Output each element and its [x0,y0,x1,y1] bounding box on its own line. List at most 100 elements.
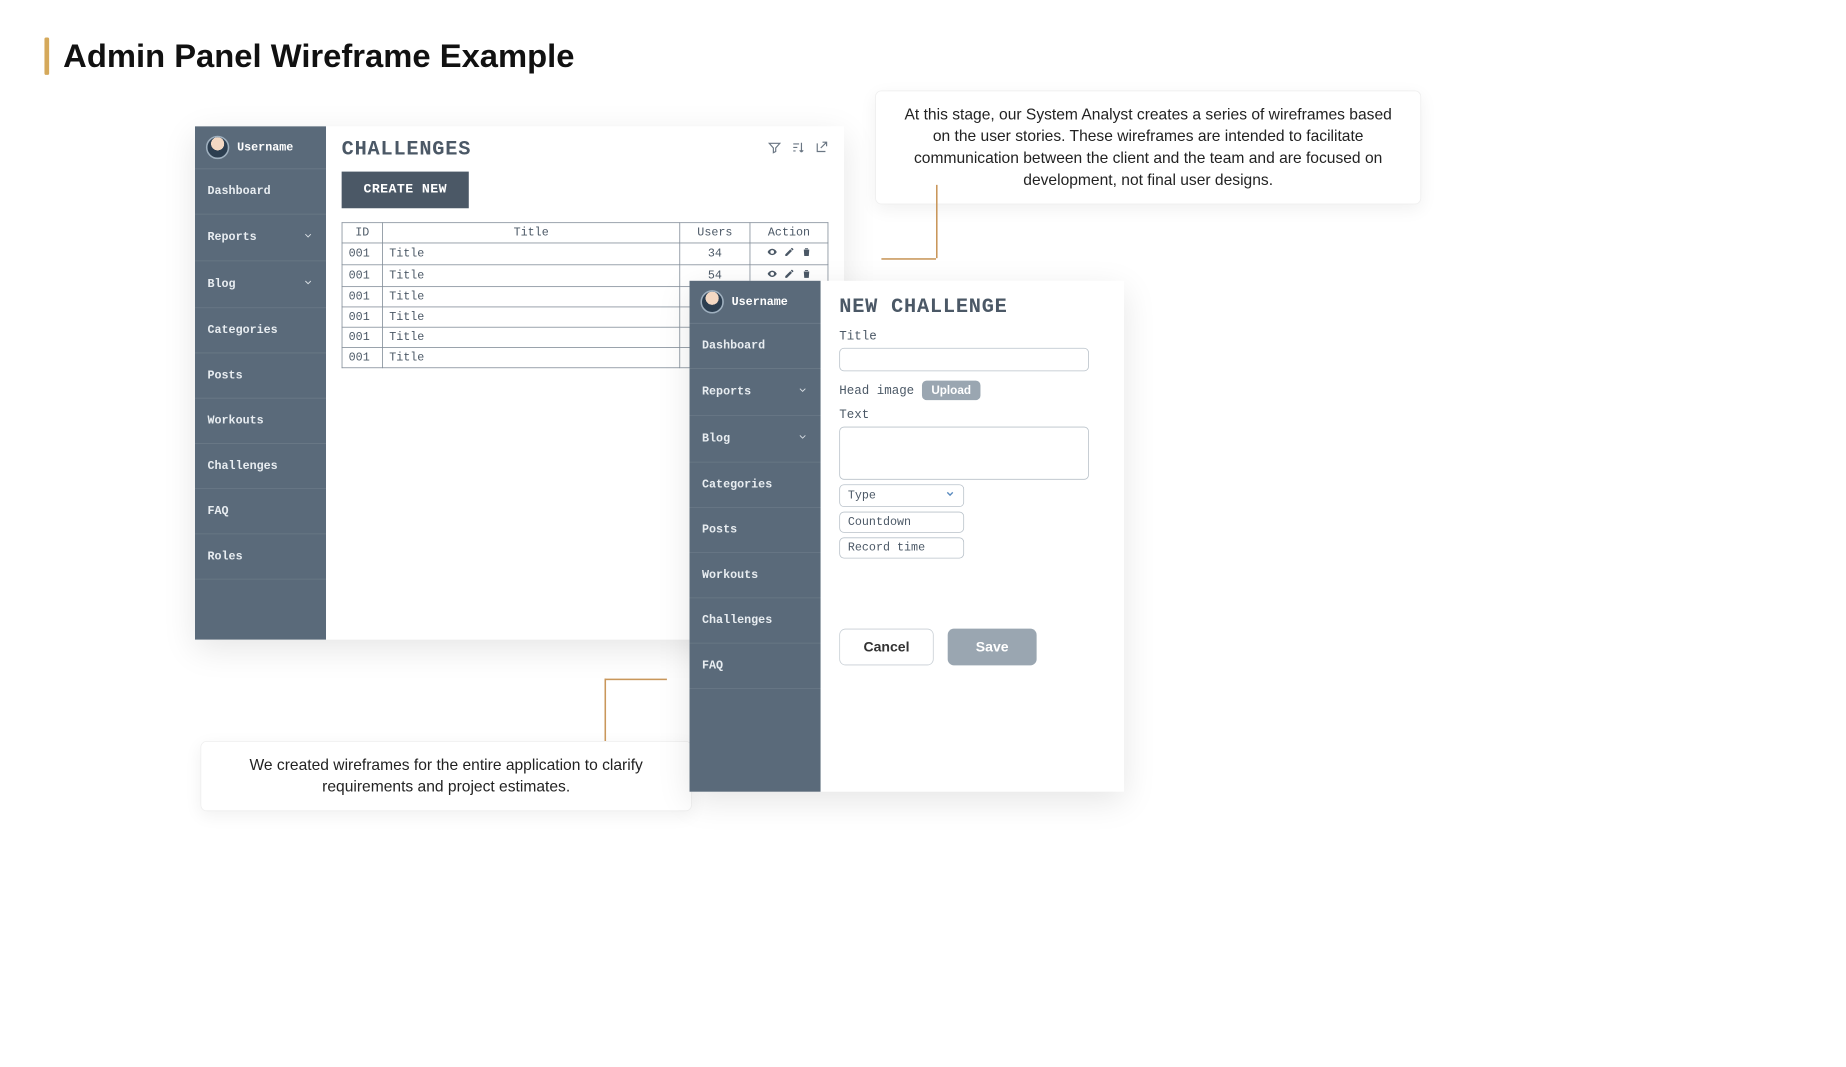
heading-text: Admin Panel Wireframe Example [63,37,574,74]
header-toolbar [768,140,829,158]
sidebar-item-label: Dashboard [702,339,765,352]
sidebar-item-label: Posts [702,523,737,536]
sidebar-item-challenges[interactable]: Challenges [690,598,821,643]
label-title: Title [839,329,1105,343]
sidebar-item-label: Workouts [207,414,263,427]
sidebar-item-categories[interactable]: Categories [690,463,821,508]
heading-accent-bar [44,37,49,74]
sidebar-item-label: Roles [207,550,242,563]
option-countdown[interactable]: Countdown [839,512,964,533]
username-label: Username [237,141,293,154]
title-input[interactable] [839,348,1089,371]
cell-title: Title [383,243,680,265]
sidebar-item-challenges[interactable]: Challenges [195,444,326,489]
page-heading: Admin Panel Wireframe Example [44,37,574,74]
delete-icon[interactable] [801,246,812,261]
cell-title: Title [383,287,680,307]
sidebar-item-reports[interactable]: Reports [195,214,326,261]
sidebar: Username Dashboard Reports Blog Categories P… [195,126,326,639]
sidebar-item-reports[interactable]: Reports [690,369,821,416]
callout-top: At this stage, our System Analyst create… [875,90,1421,204]
chevron-down-icon [797,385,808,400]
sidebar-item-label: Reports [702,385,751,398]
connector-line [881,258,936,260]
sidebar-item-label: Workouts [702,569,758,582]
sidebar-item-label: Dashboard [207,185,270,198]
sidebar-item-label: Reports [207,231,256,244]
col-title: Title [383,223,680,243]
sidebar-item-roles[interactable]: Roles [195,534,326,579]
col-action: Action [750,223,828,243]
table-row: 001Title34 [342,243,828,265]
text-input[interactable] [839,427,1089,480]
chevron-down-icon [797,431,808,446]
col-users: Users [680,223,750,243]
option-record-time[interactable]: Record time [839,537,964,558]
sidebar-item-blog[interactable]: Blog [690,416,821,463]
label-text: Text [839,408,1105,422]
cell-id: 001 [342,243,383,265]
sidebar-item-label: Blog [207,278,235,291]
chevron-down-icon [303,277,314,292]
sidebar-item-label: Challenges [207,459,277,472]
sidebar-item-dashboard[interactable]: Dashboard [690,324,821,369]
callout-top-text: At this stage, our System Analyst create… [905,106,1392,189]
username-label: Username [732,295,788,308]
type-select-label: Type [848,489,876,502]
table-header-row: ID Title Users Action [342,223,828,243]
chevron-down-icon [303,230,314,245]
eye-icon[interactable] [766,246,777,261]
cell-users: 34 [680,243,750,265]
cell-title: Title [383,327,680,347]
sidebar-item-dashboard[interactable]: Dashboard [195,169,326,214]
cell-title: Title [383,347,680,367]
cell-id: 001 [342,327,383,347]
sidebar-item-posts[interactable]: Posts [195,353,326,398]
form-title: NEW CHALLENGE [839,295,1105,318]
export-icon[interactable] [814,140,828,158]
cell-title: Title [383,265,680,287]
sidebar-item-blog[interactable]: Blog [195,261,326,308]
sidebar-user[interactable]: Username [195,126,326,169]
sidebar-item-faq[interactable]: FAQ [690,644,821,689]
sidebar-item-label: Challenges [702,614,772,627]
cell-id: 001 [342,287,383,307]
connector-line [605,679,607,741]
sidebar-item-faq[interactable]: FAQ [195,489,326,534]
cell-action [750,243,828,265]
window-new-challenge: Username Dashboard Reports Blog Categories P… [690,281,1124,792]
create-new-button[interactable]: CREATE NEW [342,172,469,209]
cell-id: 001 [342,265,383,287]
avatar [206,136,229,159]
sidebar-item-workouts[interactable]: Workouts [690,553,821,598]
cell-id: 001 [342,347,383,367]
sidebar-item-label: Posts [207,369,242,382]
sidebar: Username Dashboard Reports Blog Categories P… [690,281,821,792]
option-label: Countdown [848,516,911,529]
edit-icon[interactable] [784,246,795,261]
sidebar-item-label: Categories [207,324,277,337]
sort-icon[interactable] [791,140,805,158]
callout-bottom-text: We created wireframes for the entire app… [249,757,642,796]
connector-line [605,679,667,681]
cancel-button[interactable]: Cancel [839,629,933,666]
sidebar-user[interactable]: Username [690,281,821,324]
page-title: CHALLENGES [342,137,472,160]
sidebar-item-label: FAQ [207,505,228,518]
sidebar-item-categories[interactable]: Categories [195,308,326,353]
connector-line [936,185,938,258]
option-label: Record time [848,541,925,554]
sidebar-item-workouts[interactable]: Workouts [195,399,326,444]
avatar [700,290,723,313]
type-select[interactable]: Type [839,484,964,507]
form-panel: NEW CHALLENGE Title Head image Upload Te… [821,281,1124,792]
col-id: ID [342,223,383,243]
filter-icon[interactable] [768,140,782,158]
chevron-down-icon [945,488,956,503]
sidebar-item-label: FAQ [702,659,723,672]
sidebar-item-posts[interactable]: Posts [690,508,821,553]
sidebar-item-label: Blog [702,432,730,445]
save-button[interactable]: Save [948,629,1037,666]
upload-button[interactable]: Upload [922,381,980,401]
sidebar-item-label: Categories [702,478,772,491]
